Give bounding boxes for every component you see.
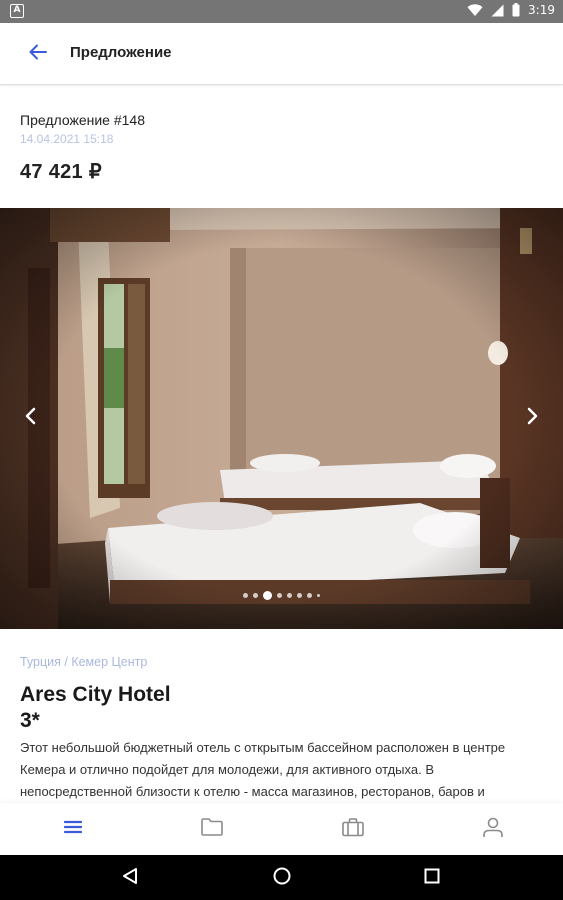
square-recents-icon xyxy=(423,867,441,890)
hotel-details: Турция / Кемер Центр Ares City Hotel 3* … xyxy=(20,654,545,803)
menu-icon xyxy=(63,820,83,839)
circle-home-icon xyxy=(272,866,292,891)
system-recents-button[interactable] xyxy=(420,866,444,890)
offer-date: 14.04.2021 15:18 xyxy=(20,132,114,146)
signal-icon xyxy=(491,4,504,17)
app-bar: Предложение xyxy=(0,23,563,85)
gallery-dot[interactable] xyxy=(277,593,282,598)
gallery-prev-button[interactable] xyxy=(16,404,44,432)
gallery-dot[interactable] xyxy=(253,593,258,598)
arrow-left-icon xyxy=(29,44,47,65)
nav-item-menu[interactable] xyxy=(58,815,88,843)
back-button[interactable] xyxy=(24,40,52,68)
system-navigation-bar xyxy=(0,855,563,900)
triangle-back-icon xyxy=(121,867,139,890)
nav-item-profile[interactable] xyxy=(478,815,508,843)
hotel-name: Ares City Hotel xyxy=(20,683,171,706)
system-back-button[interactable] xyxy=(118,866,142,890)
offer-number: Предложение #148 xyxy=(20,112,145,128)
offer-price: 47 421 ₽ xyxy=(20,161,102,183)
bottom-navigation xyxy=(0,803,563,855)
notification-badge: A xyxy=(10,4,24,18)
battery-icon xyxy=(512,3,520,17)
photo-gallery[interactable] xyxy=(0,208,563,629)
folder-icon xyxy=(200,817,224,842)
gallery-dot[interactable] xyxy=(287,593,292,598)
gallery-dot[interactable] xyxy=(307,593,312,598)
status-icons: 3:19 xyxy=(467,3,555,17)
gallery-dot[interactable] xyxy=(263,591,272,600)
chevron-left-icon xyxy=(24,407,36,430)
hotel-description: Этот небольшой бюджетный отель с открыты… xyxy=(20,740,506,799)
gallery-next-button[interactable] xyxy=(519,404,547,432)
wifi-icon xyxy=(467,3,483,17)
gallery-indicator xyxy=(0,591,563,600)
hotel-location[interactable]: Турция / Кемер Центр xyxy=(20,654,545,670)
page-title: Предложение xyxy=(70,44,172,61)
gallery-dot[interactable] xyxy=(243,593,248,598)
clock-time: 3:19 xyxy=(528,3,555,17)
user-icon xyxy=(481,815,505,844)
gallery-dot[interactable] xyxy=(297,593,302,598)
nav-item-folder[interactable] xyxy=(197,815,227,843)
status-bar: A 3:19 xyxy=(0,0,563,23)
chevron-right-icon xyxy=(527,407,539,430)
briefcase-icon xyxy=(341,817,365,842)
offer-header: Предложение #148 14.04.2021 15:18 47 421… xyxy=(20,110,540,184)
hotel-room-photo xyxy=(0,208,563,629)
hotel-stars: 3* xyxy=(20,709,40,732)
nav-item-briefcase[interactable] xyxy=(338,815,368,843)
gallery-dot[interactable] xyxy=(317,594,320,597)
system-home-button[interactable] xyxy=(270,866,294,890)
